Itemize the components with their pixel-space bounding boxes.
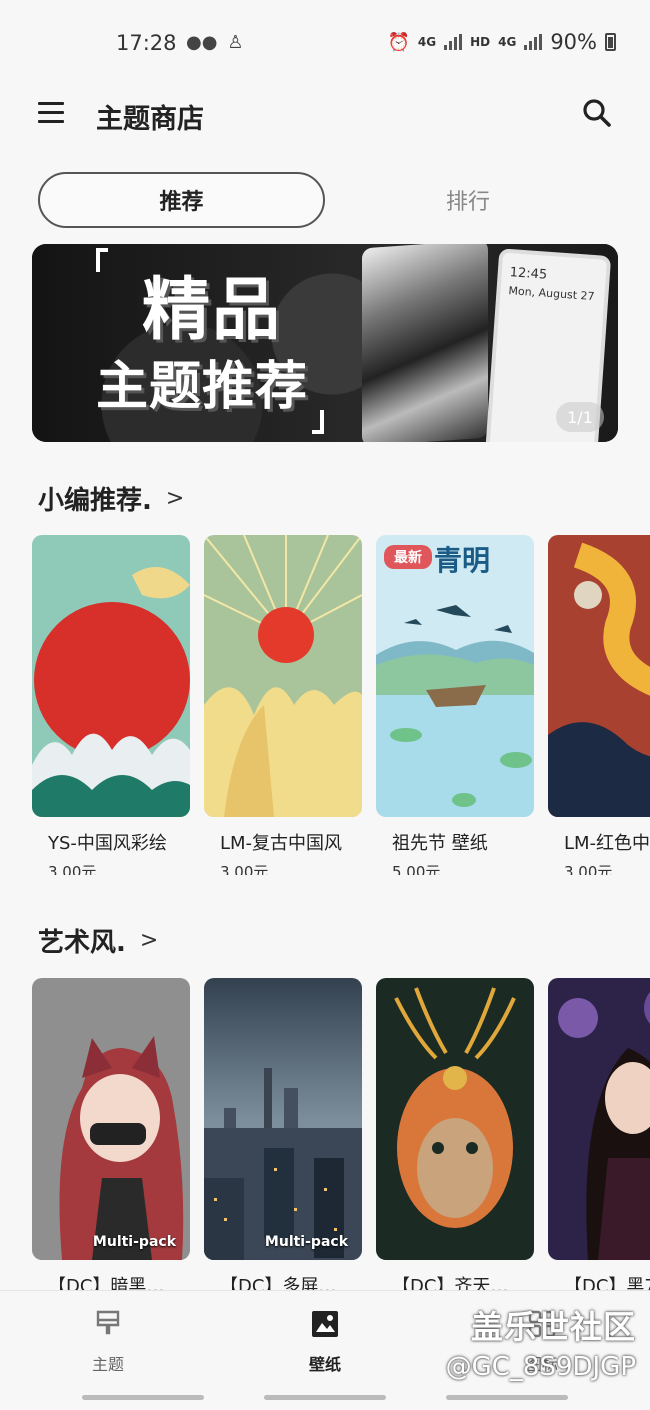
banner-headline: 精品 xyxy=(142,271,283,350)
nav-themes[interactable]: 主题 xyxy=(48,1309,168,1375)
bracket-decoration-end xyxy=(312,410,324,434)
wallpaper-card[interactable]: Multi-pack 【DC】暗黑… xyxy=(32,978,190,1290)
theme-thumbnail xyxy=(548,535,650,817)
notification-icons: ●● ♙ xyxy=(186,32,244,53)
brush-icon xyxy=(96,1310,120,1335)
tab-ranking[interactable]: 排行 xyxy=(418,172,518,228)
chevron-right-icon: > xyxy=(165,486,185,511)
nav-label: 主题 xyxy=(91,1355,124,1374)
theme-thumbnail xyxy=(32,535,190,817)
image-icon xyxy=(312,1311,338,1337)
wallpaper-card[interactable]: 【DC】齐天… xyxy=(376,978,534,1290)
person-icon: ♙ xyxy=(227,32,244,53)
search-icon[interactable] xyxy=(582,98,612,128)
theme-name: LM-红色中 xyxy=(564,833,650,854)
gesture-home[interactable] xyxy=(264,1395,386,1400)
banner-subheadline: 主题推荐 xyxy=(96,357,309,417)
theme-thumbnail: 最新 青明 xyxy=(376,535,534,817)
network-4g-left: 4G xyxy=(417,35,437,49)
theme-thumbnail xyxy=(204,535,362,817)
section-title-art-style[interactable]: 艺术风. > xyxy=(38,922,158,959)
menu-icon[interactable] xyxy=(38,102,64,124)
wallpaper-name: 【DC】多屏… xyxy=(220,1276,337,1290)
art-style-list: Multi-pack 【DC】暗黑… Multi-pack 【DC】多屏… 【D… xyxy=(32,978,650,1290)
app-bar: 主题商店 xyxy=(0,88,650,144)
wallpaper-card[interactable]: Multi-pack 【DC】多屏… xyxy=(204,978,362,1290)
theme-price: 3.00元 xyxy=(48,863,97,875)
theme-name: YS-中国风彩绘 xyxy=(48,833,167,854)
thumbnail-art-title: 青明 xyxy=(434,544,491,577)
page-title: 主题商店 xyxy=(96,104,204,135)
multi-pack-badge: Multi-pack xyxy=(92,1234,176,1250)
network-4g-right: 4G xyxy=(498,35,517,49)
signal-icon-2 xyxy=(524,34,543,50)
chevron-right-icon: > xyxy=(139,928,159,953)
section-title-editors-picks[interactable]: 小编推荐. > xyxy=(38,480,184,517)
wallpaper-thumbnail: Multi-pack xyxy=(204,978,362,1260)
battery-percent: 90% xyxy=(550,30,597,54)
theme-name: 祖先节 壁纸 xyxy=(392,833,488,854)
battery-icon xyxy=(605,33,616,51)
theme-card[interactable]: 最新 青明 祖先节 壁纸 5.00元 xyxy=(376,535,534,875)
phone-time: 12:45 xyxy=(509,265,548,283)
theme-name: LM-复古中国风 xyxy=(220,833,343,854)
wallpaper-thumbnail xyxy=(376,978,534,1260)
gesture-recents[interactable] xyxy=(446,1395,568,1400)
watermark-title: 盖乐世社区 xyxy=(470,1308,636,1346)
community-watermark: 盖乐世社区 @GC_8S9DJGP xyxy=(446,1302,636,1382)
theme-price: 5.00元 xyxy=(392,863,441,875)
wallpaper-name: 【DC】齐天… xyxy=(392,1276,509,1290)
status-right: ⏰ 4G HD 4G 90% xyxy=(387,30,616,54)
wallpaper-thumbnail: Multi-pack xyxy=(32,978,190,1260)
theme-card[interactable]: LM-红色中 3.00元 xyxy=(548,535,650,875)
nav-label: 壁纸 xyxy=(308,1355,341,1374)
section-title-text: 小编推荐. xyxy=(38,486,152,516)
wallpaper-thumbnail xyxy=(548,978,650,1260)
editors-picks-list: YS-中国风彩绘 3.00元 LM-复古中国风 3.00元 最新 青明 祖先节 … xyxy=(32,535,650,875)
theme-card[interactable]: LM-复古中国风 3.00元 xyxy=(204,535,362,875)
watermark-handle: @GC_8S9DJGP xyxy=(445,1352,636,1382)
banner-page-indicator: 1/1 xyxy=(556,402,604,432)
tab-recommended[interactable]: 推荐 xyxy=(38,172,325,228)
banner-phone-image xyxy=(362,244,488,442)
nav-wallpapers[interactable]: 壁纸 xyxy=(265,1309,385,1375)
signal-icon xyxy=(444,34,463,50)
theme-price: 3.00元 xyxy=(220,863,269,875)
status-bar: 17:28 ●● ♙ ⏰ 4G HD 4G 90% xyxy=(0,0,650,88)
theme-card[interactable]: YS-中国风彩绘 3.00元 xyxy=(32,535,190,875)
theme-price: 3.00元 xyxy=(564,863,613,875)
tab-bar: 推荐 排行 xyxy=(38,172,618,228)
wallpaper-name: 【DC】暗黑… xyxy=(48,1276,165,1290)
hd-label: HD xyxy=(470,35,491,49)
multi-pack-badge: Multi-pack xyxy=(264,1234,348,1250)
bracket-decoration xyxy=(96,248,108,272)
new-badge: 最新 xyxy=(384,545,432,569)
status-time: 17:28 xyxy=(116,31,177,55)
alarm-icon: ⏰ xyxy=(387,31,410,53)
promo-banner[interactable]: 精品 主题推荐 12:45 Mon, August 27 1/1 xyxy=(32,244,618,442)
wallpaper-name: 【DC】黑7 xyxy=(564,1276,650,1290)
wechat-icon: ●● xyxy=(186,32,218,53)
phone-date: Mon, August 27 xyxy=(508,284,595,304)
wallpaper-card[interactable]: 【DC】黑7 xyxy=(548,978,650,1290)
section-title-text: 艺术风. xyxy=(38,928,126,958)
gesture-back[interactable] xyxy=(82,1395,204,1400)
